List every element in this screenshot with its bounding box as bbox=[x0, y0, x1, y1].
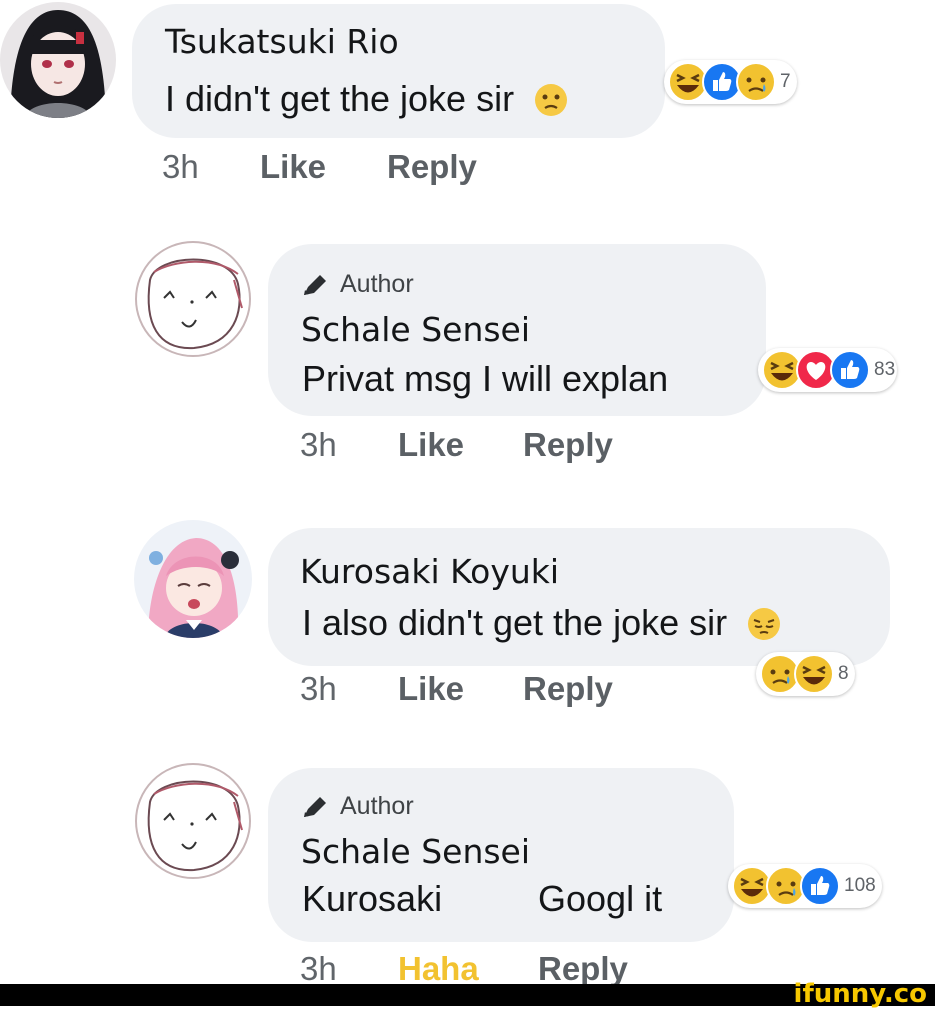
reactions-summary[interactable]: 108 bbox=[728, 864, 882, 908]
haha-icon bbox=[794, 654, 834, 694]
comment-tsukatsuki-rio: Tsukatsuki Rio I didn't get the joke sir… bbox=[0, 0, 935, 200]
reactions-summary[interactable]: 83 bbox=[758, 348, 898, 392]
comment-kurosaki-koyuki: Kurosaki Koyuki I also didn't get the jo… bbox=[0, 510, 935, 730]
haha-button[interactable]: Haha bbox=[398, 950, 479, 988]
reaction-count: 7 bbox=[780, 71, 791, 92]
reply-button[interactable]: Reply bbox=[523, 670, 613, 708]
commenter-name[interactable]: Schale Sensei bbox=[301, 832, 530, 871]
author-label: Author bbox=[340, 270, 414, 298]
reaction-count: 108 bbox=[844, 875, 876, 896]
commenter-name[interactable]: Kurosaki Koyuki bbox=[300, 552, 559, 591]
confused-emoji-icon bbox=[534, 83, 568, 126]
avatar[interactable] bbox=[134, 240, 252, 358]
pensive-emoji-icon bbox=[747, 607, 781, 650]
reactions-summary[interactable]: 7 bbox=[664, 60, 797, 104]
reactions-summary[interactable]: 8 bbox=[756, 652, 855, 696]
sad-icon bbox=[736, 62, 776, 102]
comment-text-content: I didn't get the joke sir bbox=[165, 78, 515, 119]
comment-text-part1: Kurosaki bbox=[302, 878, 443, 919]
pencil-icon bbox=[304, 796, 326, 817]
comment-text: Privat msg I will explan bbox=[302, 358, 669, 399]
like-button[interactable]: Like bbox=[398, 670, 464, 708]
avatar[interactable] bbox=[0, 2, 116, 118]
like-icon bbox=[830, 350, 870, 390]
avatar[interactable] bbox=[134, 520, 252, 638]
comment-text-part2: Googl it bbox=[538, 878, 663, 919]
avatar[interactable] bbox=[134, 762, 252, 880]
reply-button[interactable]: Reply bbox=[387, 148, 477, 186]
commenter-name[interactable]: Schale Sensei bbox=[301, 310, 530, 349]
author-label: Author bbox=[340, 792, 414, 820]
timestamp[interactable]: 3h bbox=[300, 950, 337, 988]
comment-text-content: I also didn't get the joke sir bbox=[302, 602, 728, 643]
reply-button[interactable]: Reply bbox=[523, 426, 613, 464]
comment-schale-sensei-2: Author Schale Sensei Kurosaki Googl it 1… bbox=[0, 752, 935, 987]
timestamp[interactable]: 3h bbox=[162, 148, 199, 186]
like-button[interactable]: Like bbox=[260, 148, 326, 186]
commenter-name[interactable]: Tsukatsuki Rio bbox=[165, 22, 399, 61]
like-button[interactable]: Like bbox=[398, 426, 464, 464]
author-badge: Author bbox=[300, 792, 414, 821]
reaction-count: 8 bbox=[838, 663, 849, 684]
comment-text: I didn't get the joke sir bbox=[165, 78, 568, 126]
ifunny-watermark: ifunny.co bbox=[793, 979, 927, 1009]
comment-text: I also didn't get the joke sir bbox=[302, 602, 781, 650]
pencil-icon bbox=[304, 274, 326, 295]
watermark-bar: ifunny.co bbox=[0, 979, 935, 1009]
reaction-count: 83 bbox=[874, 359, 896, 380]
timestamp[interactable]: 3h bbox=[300, 426, 337, 464]
author-badge: Author bbox=[300, 270, 414, 299]
reply-button[interactable]: Reply bbox=[538, 950, 628, 988]
timestamp[interactable]: 3h bbox=[300, 670, 337, 708]
comment-schale-sensei-1: Author Schale Sensei Privat msg I will e… bbox=[0, 230, 935, 490]
like-icon bbox=[800, 866, 840, 906]
